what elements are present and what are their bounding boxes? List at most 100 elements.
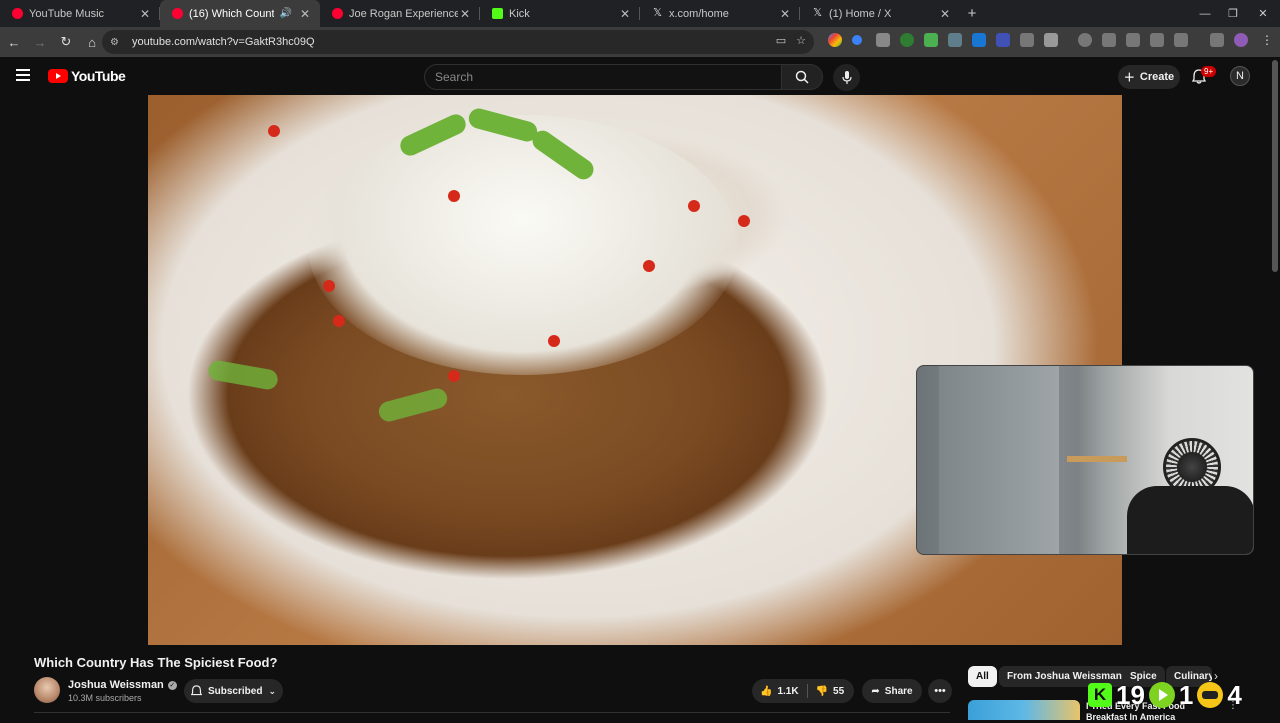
extension-icon[interactable] <box>900 33 914 47</box>
verified-check-icon: ✓ <box>167 680 177 690</box>
channel-name[interactable]: Joshua Weissman ✓ <box>68 679 177 691</box>
forward-arrow-icon[interactable]: → <box>28 30 52 54</box>
chevron-down-icon: ⌄ <box>268 685 276 696</box>
site-info-icon[interactable]: ⚙ <box>110 37 126 48</box>
video-frame-chili <box>548 335 560 347</box>
back-arrow-icon[interactable]: ← <box>2 30 26 54</box>
video-frame-pepper <box>206 359 280 391</box>
address-bar[interactable]: ⚙ youtube.com/watch?v=GaktR3hc09Q ▭ ☆ <box>102 30 814 54</box>
browser-menu-icon[interactable]: ⋮ <box>1260 33 1274 47</box>
video-frame-chili <box>688 200 700 212</box>
webcam-overlay <box>916 365 1254 555</box>
search-input[interactable]: Search <box>424 64 782 90</box>
home-icon[interactable]: ⌂ <box>80 30 104 54</box>
youtube-logo-text: YouTube <box>71 68 126 84</box>
subscribed-button[interactable]: Subscribed ⌄ <box>184 679 283 703</box>
youtube-header: YouTube Search ＋ Create 9+ N <box>0 57 1280 95</box>
kick-favicon-icon <box>492 8 503 19</box>
channel-avatar[interactable] <box>34 677 60 703</box>
like-button[interactable]: 👍 1.1K <box>752 686 807 697</box>
thumbs-up-icon: 👍 <box>760 685 773 697</box>
webcam-shelf <box>1067 456 1127 462</box>
extension-icon[interactable] <box>972 33 986 47</box>
youtube-logo[interactable]: YouTube <box>48 68 126 84</box>
youtube-favicon-icon <box>332 8 343 19</box>
video-title: Which Country Has The Spiciest Food? <box>34 655 278 670</box>
browser-tab-x-home-2[interactable]: 𝕏 (1) Home / X ✕ <box>800 0 960 27</box>
hamburger-menu-icon[interactable] <box>16 69 30 84</box>
suggested-video-thumbnail[interactable] <box>968 700 1080 720</box>
extension-icon[interactable] <box>1150 33 1164 47</box>
tab-title: (1) Home / X <box>829 7 892 20</box>
kick-viewer-count: 19 <box>1116 679 1145 710</box>
voice-search-button[interactable] <box>833 64 860 91</box>
url-text: youtube.com/watch?v=GaktR3hc09Q <box>132 36 315 48</box>
video-frame-chili <box>448 370 460 382</box>
bookmark-star-icon[interactable]: ☆ <box>796 34 806 47</box>
browser-tab-joe-rogan[interactable]: Joe Rogan Experience #2375 - ✕ <box>320 0 480 27</box>
search-button[interactable] <box>781 64 823 90</box>
youtube-play-logo-icon <box>48 69 68 83</box>
search-icon <box>795 70 809 84</box>
browser-tab-current-video[interactable]: (16) Which Country Has The Spiciest Food… <box>160 0 320 27</box>
video-frame-rice <box>308 115 738 375</box>
tab-title: x.com/home <box>669 7 729 20</box>
create-button[interactable]: ＋ Create <box>1118 65 1180 89</box>
other-viewer-count: 4 <box>1227 679 1242 710</box>
restore-window-icon[interactable]: ❐ <box>1216 0 1250 27</box>
browser-toolbar: ← → ↻ ⌂ ⚙ youtube.com/watch?v=GaktR3hc09… <box>0 27 1280 57</box>
close-window-icon[interactable]: ✕ <box>1246 0 1280 27</box>
extension-icon[interactable] <box>1020 33 1034 47</box>
youtube-favicon-icon <box>172 8 183 19</box>
chip-all[interactable]: All <box>968 666 997 687</box>
video-frame-chili <box>643 260 655 272</box>
browser-tab-strip: YouTube Music ✕ (16) Which Country Has T… <box>0 0 1280 27</box>
account-avatar[interactable]: N <box>1230 66 1250 86</box>
youtube-music-favicon-icon <box>12 8 23 19</box>
history-icon[interactable] <box>1078 33 1092 47</box>
extension-icon[interactable] <box>852 35 862 45</box>
new-tab-button[interactable]: + <box>960 0 984 27</box>
extension-icon[interactable] <box>828 33 842 47</box>
reload-icon[interactable]: ↻ <box>54 30 78 54</box>
extension-icon[interactable] <box>996 33 1010 47</box>
speaker-icon[interactable]: 🔊 <box>280 8 292 19</box>
like-count: 1.1K <box>777 685 799 697</box>
tab-title: Kick <box>509 7 530 20</box>
video-frame-chili <box>323 280 335 292</box>
section-divider <box>34 712 950 713</box>
tab-close-icon[interactable]: ✕ <box>778 7 792 21</box>
tab-title: YouTube Music <box>29 7 105 20</box>
share-label: Share <box>884 685 913 697</box>
webcam-door <box>939 366 1059 554</box>
dislike-button[interactable]: 👎 55 <box>808 686 853 697</box>
create-label: Create <box>1139 71 1175 83</box>
extension-icon[interactable] <box>924 33 938 47</box>
page-scrollbar[interactable] <box>1272 60 1278 272</box>
more-actions-button[interactable]: ••• <box>928 679 952 703</box>
extension-icon[interactable] <box>876 33 890 47</box>
tab-close-icon[interactable]: ✕ <box>938 7 952 21</box>
extension-icon[interactable] <box>1102 33 1116 47</box>
tab-close-icon[interactable]: ✕ <box>138 7 152 21</box>
video-frame-chili <box>448 190 460 202</box>
tab-close-icon[interactable]: ✕ <box>458 7 472 21</box>
profile-avatar-icon[interactable] <box>1234 33 1248 47</box>
share-button[interactable]: ➦ Share <box>862 679 922 703</box>
cast-icon[interactable]: ▭ <box>776 34 786 47</box>
kick-logo-icon: K <box>1088 683 1112 707</box>
robot-logo-icon <box>1197 682 1224 708</box>
extensions-puzzle-icon[interactable] <box>1044 33 1058 47</box>
media-controls-icon[interactable] <box>1210 33 1224 47</box>
code-icon[interactable] <box>1126 33 1140 47</box>
tab-close-icon[interactable]: ✕ <box>298 7 312 21</box>
extension-icon[interactable] <box>948 33 962 47</box>
video-frame-pepper <box>376 386 450 424</box>
browser-tab-youtube-music[interactable]: YouTube Music ✕ <box>0 0 160 27</box>
video-frame-chili <box>333 315 345 327</box>
browser-tab-kick[interactable]: Kick ✕ <box>480 0 640 27</box>
tab-close-icon[interactable]: ✕ <box>618 7 632 21</box>
bell-icon <box>190 685 202 696</box>
browser-tab-x-home[interactable]: 𝕏 x.com/home ✕ <box>640 0 800 27</box>
side-panel-icon[interactable] <box>1174 33 1188 47</box>
